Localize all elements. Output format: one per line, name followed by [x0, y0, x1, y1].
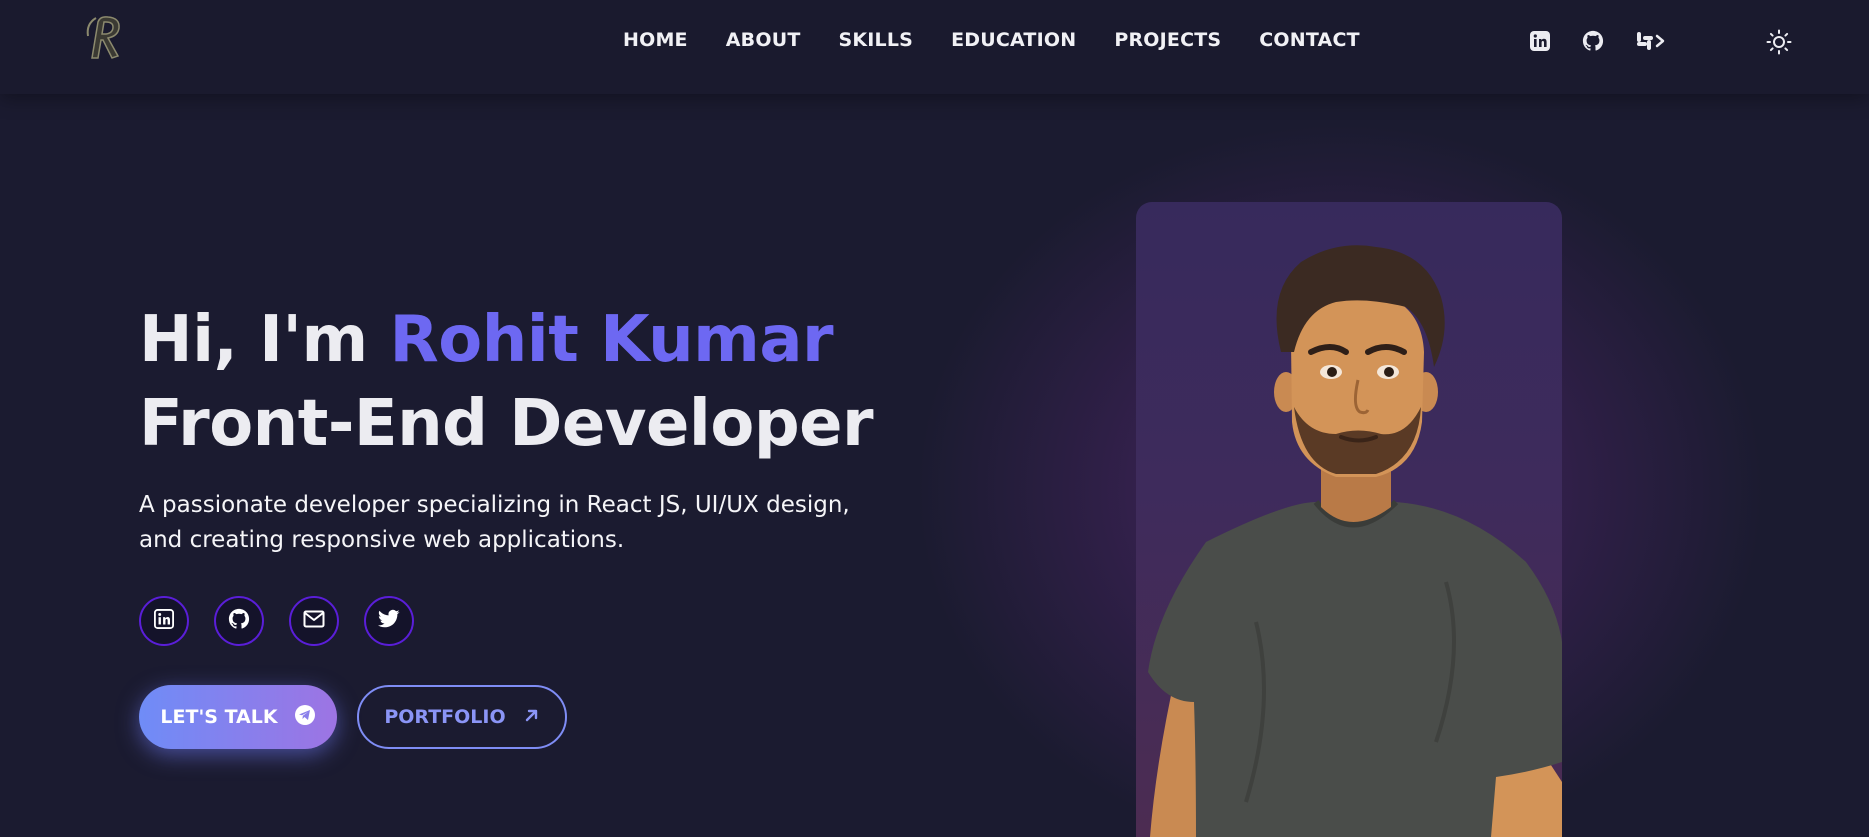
- logo[interactable]: [84, 12, 128, 62]
- slack-icon[interactable]: [1634, 30, 1666, 52]
- portrait-card: [1136, 202, 1562, 837]
- linkedin-link[interactable]: [139, 596, 189, 646]
- nav-home[interactable]: HOME: [623, 29, 688, 51]
- nav-skills[interactable]: SKILLS: [838, 29, 913, 51]
- twitter-link[interactable]: [364, 596, 414, 646]
- twitter-icon: [378, 609, 400, 633]
- mail-icon: [303, 610, 325, 632]
- portfolio-button[interactable]: PORTFOLIO: [357, 685, 567, 749]
- cta-buttons: LET'S TALK PORTFOLIO: [139, 685, 567, 749]
- hero-greeting-line: Hi, I'm Rohit Kumar: [139, 298, 873, 382]
- lets-talk-label: LET'S TALK: [160, 706, 278, 728]
- portfolio-label: PORTFOLIO: [384, 706, 506, 728]
- github-icon[interactable]: [1582, 30, 1604, 52]
- hero-role: Front-End Developer: [139, 387, 874, 461]
- email-link[interactable]: [289, 596, 339, 646]
- nav-education[interactable]: EDUCATION: [951, 29, 1076, 51]
- lets-talk-button[interactable]: LET'S TALK: [139, 685, 337, 749]
- hero-name: Rohit Kumar: [389, 303, 834, 377]
- nav-about[interactable]: ABOUT: [726, 29, 801, 51]
- telegram-icon: [294, 704, 316, 731]
- navbar: HOME ABOUT SKILLS EDUCATION PROJECTS CON…: [0, 0, 1869, 94]
- linkedin-icon[interactable]: [1529, 30, 1551, 52]
- github-icon: [228, 608, 250, 634]
- arrow-up-right-icon: [524, 706, 540, 728]
- nav-contact[interactable]: CONTACT: [1259, 29, 1360, 51]
- hero-greeting: Hi, I'm: [139, 303, 390, 377]
- github-link[interactable]: [214, 596, 264, 646]
- sun-icon[interactable]: [1766, 29, 1792, 55]
- hero-title: Hi, I'm Rohit Kumar Front-End Developer: [139, 298, 874, 466]
- main-nav: HOME ABOUT SKILLS EDUCATION PROJECTS CON…: [623, 29, 1360, 51]
- hero-description: A passionate developer specializing in R…: [139, 492, 850, 553]
- social-links: [139, 596, 414, 646]
- avatar: [1148, 245, 1562, 837]
- linkedin-icon: [154, 609, 174, 633]
- nav-projects[interactable]: PROJECTS: [1114, 29, 1221, 51]
